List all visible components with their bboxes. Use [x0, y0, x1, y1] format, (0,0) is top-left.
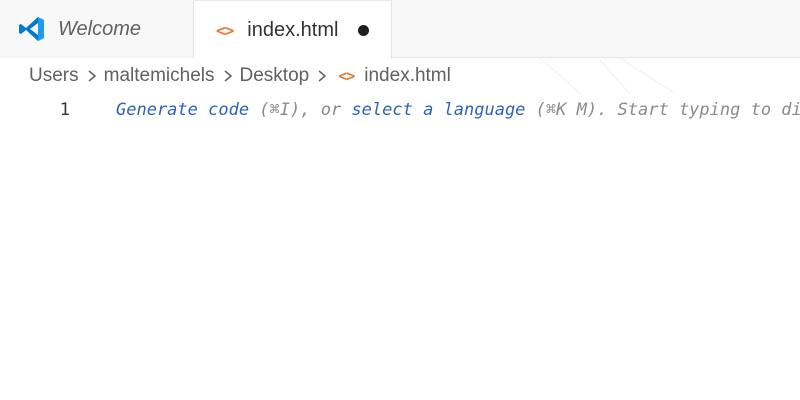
- vscode-logo-icon: [19, 17, 44, 41]
- tab-bar: Welcome <> index.html: [0, 0, 800, 59]
- empty-editor-hint: Generate code (⌘I), or select a language…: [116, 100, 800, 120]
- breadcrumb-item-users[interactable]: Users: [29, 65, 79, 87]
- hint-shortcut-text: (⌘I), or: [249, 100, 352, 120]
- generate-code-link[interactable]: Generate code: [116, 100, 249, 120]
- select-language-link[interactable]: select a language: [351, 100, 525, 120]
- editor-window: Welcome <> index.html Users maltemichels…: [0, 0, 800, 400]
- line-number: 1: [59, 100, 70, 120]
- hint-trailing-text: (⌘K M). Start typing to dismiss or don't…: [535, 100, 800, 120]
- html-file-icon: <>: [338, 67, 355, 85]
- tab-welcome-label: Welcome: [58, 17, 141, 40]
- code-editor[interactable]: 1 Generate code (⌘I), or select a langua…: [0, 94, 800, 400]
- tab-index-html[interactable]: <> index.html: [194, 0, 392, 59]
- chevron-right-icon: [318, 70, 327, 82]
- breadcrumb-item-maltemichels[interactable]: maltemichels: [104, 65, 215, 87]
- tab-index-html-label: index.html: [247, 18, 339, 41]
- breadcrumb-item-index-html[interactable]: index.html: [364, 65, 451, 87]
- html-file-icon: <>: [216, 20, 234, 40]
- breadcrumb: Users maltemichels Desktop <> index.html: [29, 62, 451, 90]
- tab-welcome[interactable]: Welcome: [0, 0, 194, 58]
- breadcrumb-item-desktop[interactable]: Desktop: [240, 65, 310, 87]
- chevron-right-icon: [224, 70, 232, 82]
- editor-line: 1 Generate code (⌘I), or select a langua…: [0, 96, 800, 124]
- unsaved-indicator-icon[interactable]: [358, 24, 370, 36]
- chevron-right-icon: [88, 70, 96, 82]
